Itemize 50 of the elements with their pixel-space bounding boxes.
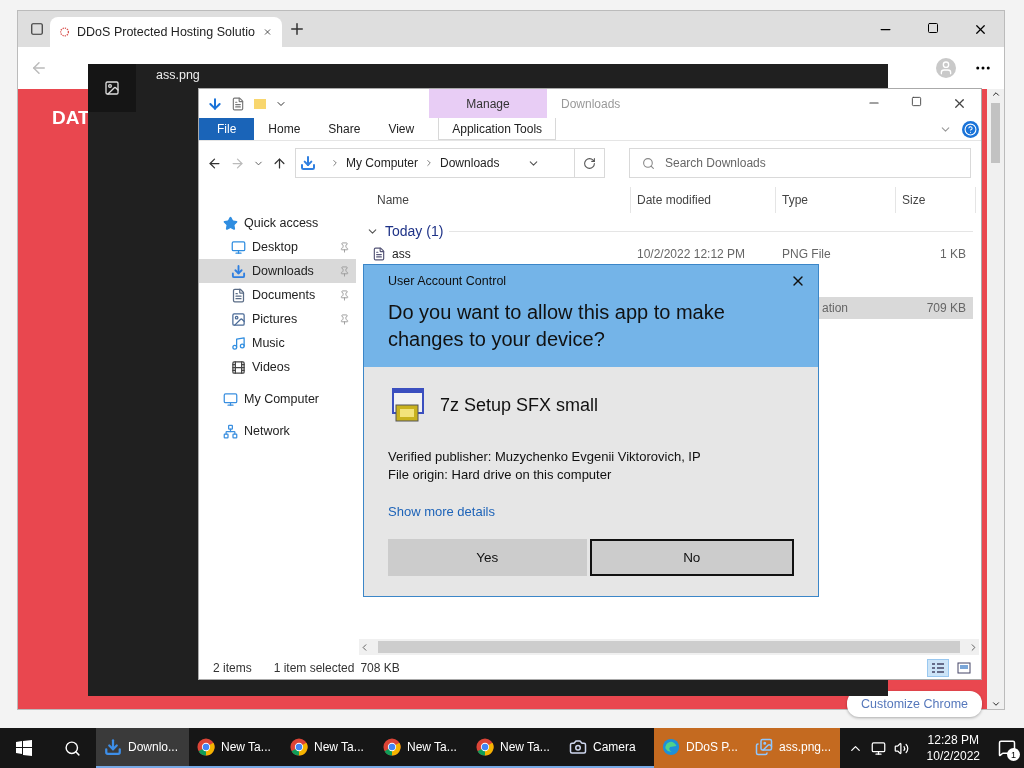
browser-tab[interactable]: DDoS Protected Hosting Solutio (50, 17, 282, 47)
group-header: Today (1) (385, 223, 444, 239)
taskbar-item[interactable]: DDoS P... (654, 728, 747, 768)
file-type: ation (822, 301, 849, 315)
column-header[interactable]: Name (356, 187, 631, 213)
nav-item[interactable]: Desktop (199, 235, 356, 259)
nav-item[interactable]: My Computer (199, 387, 356, 411)
file-date: 10/2/2022 12:12 PM (637, 247, 746, 261)
nav-item[interactable]: Quick access (199, 211, 356, 235)
nav-item[interactable]: Pictures (199, 307, 356, 331)
nav-item[interactable]: Network (199, 419, 356, 443)
file-name: ass (392, 247, 411, 261)
window-title: ass.png (156, 68, 200, 82)
yes-button[interactable]: Yes (388, 539, 587, 576)
app-name: 7z Setup SFX small (440, 394, 599, 416)
file-size: 709 KB (926, 301, 966, 315)
nav-item[interactable]: Documents (199, 283, 356, 307)
status-text: 2 items (213, 661, 252, 675)
file-row[interactable]: ass 10/2/2022 12:12 PM PNG File 1 KB (366, 243, 973, 265)
nav-item[interactable]: Music (199, 331, 356, 355)
detail-text: File origin: Hard drive on this computer (388, 467, 613, 482)
column-header[interactable]: Type (776, 187, 896, 213)
nav-item[interactable]: Videos (199, 355, 356, 379)
address-bar[interactable]: My Computer Downloads (295, 148, 605, 178)
file-size: 1 KB (940, 247, 966, 261)
no-button[interactable]: No (589, 539, 794, 576)
clock[interactable]: 12:28 PM 10/2/2022 (916, 732, 990, 764)
file-menu-tab[interactable]: File (199, 118, 255, 140)
search-field[interactable]: Search Downloads (629, 148, 971, 178)
dialog-question: Do you want to allow this app to make changes to your device? (388, 300, 726, 352)
taskbar-item[interactable]: New Ta... (282, 728, 375, 768)
status-text: 708 KB (360, 661, 400, 675)
taskbar-item[interactable]: New Ta... (468, 728, 561, 768)
window-title: Downloads (561, 96, 621, 111)
page-heading: DAT (52, 107, 90, 129)
file-type: PNG File (782, 247, 831, 261)
taskbar-item[interactable]: Downlo... (96, 728, 189, 768)
details-link[interactable]: Show more details (388, 504, 495, 519)
column-header[interactable]: Size (896, 187, 976, 213)
context-tab-label: Manage (429, 89, 547, 118)
taskbar-item[interactable]: New Ta... (375, 728, 468, 768)
detail-text: Verified publisher: Muzychenko Evgenii Viktorovich, IP (388, 449, 702, 464)
taskbar-item[interactable]: New Ta... (189, 728, 282, 768)
customize-button[interactable]: Customize Chrome (847, 691, 982, 717)
column-header[interactable]: Date modified (631, 187, 776, 213)
dialog-title: User Account Control (388, 274, 507, 288)
taskbar-item[interactable]: ass.png... (747, 728, 840, 768)
nav-item[interactable]: Downloads (199, 259, 356, 283)
tab-title: DDoS Protected Hosting Solutio (77, 25, 255, 39)
status-text: 1 item selected (273, 661, 355, 675)
